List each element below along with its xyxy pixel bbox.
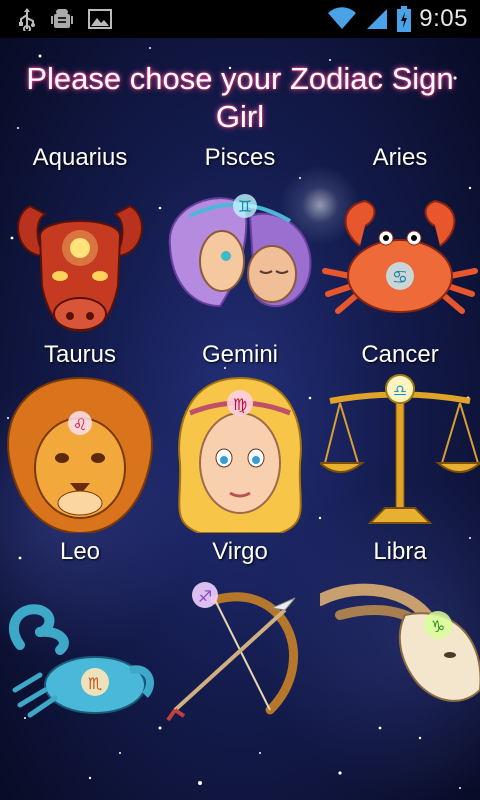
capricorn-goat-icon: ♑ xyxy=(320,583,480,702)
zodiac-item-libra[interactable]: Libra ♑ xyxy=(320,534,480,731)
zodiac-label: Virgo xyxy=(212,538,268,565)
sagittarius-bow-icon: ♐ xyxy=(166,582,298,722)
android-debug-icon xyxy=(51,9,73,28)
svg-text:♋: ♋ xyxy=(392,267,408,288)
notification-icons xyxy=(0,7,112,31)
zodiac-label: Aries xyxy=(372,144,428,171)
page-title: Please chose your Zodiac Sign Girl xyxy=(26,61,454,134)
libra-scales-icon: ♎ xyxy=(320,374,480,524)
zodiac-item-gemini[interactable]: Gemini ♍ xyxy=(160,337,320,534)
svg-text:♐: ♐ xyxy=(198,587,212,606)
zodiac-item-pisces[interactable]: Pisces ♊ xyxy=(160,140,320,337)
zodiac-item-aries[interactable]: Aries ♋ xyxy=(320,140,480,337)
svg-text:♏: ♏ xyxy=(88,674,102,693)
taurus-bull-icon xyxy=(17,204,143,333)
zodiac-item-cancer[interactable]: Cancer ♎ xyxy=(320,337,480,534)
zodiac-label: Leo xyxy=(59,538,101,565)
signal-icon xyxy=(367,9,388,29)
zodiac-item-taurus[interactable]: Taurus ♌ xyxy=(0,337,160,534)
gemini-twins-icon: ♊ xyxy=(168,194,312,308)
svg-text:♑: ♑ xyxy=(431,617,445,636)
zodiac-label: Cancer xyxy=(361,341,439,368)
virgo-girl-icon: ♍ xyxy=(178,376,302,533)
svg-text:♊: ♊ xyxy=(238,197,252,216)
leo-lion-icon: ♌ xyxy=(7,376,153,533)
cancer-crab-icon: ♋ xyxy=(322,199,478,314)
zodiac-label: Gemini xyxy=(201,341,279,368)
image-icon xyxy=(88,9,112,29)
usb-icon xyxy=(19,8,35,31)
zodiac-label: Pisces xyxy=(204,144,276,171)
svg-text:♌: ♌ xyxy=(73,415,87,434)
clock: 9:05 xyxy=(419,5,468,32)
zodiac-item-virgo[interactable]: Virgo ♐ xyxy=(160,534,320,731)
svg-text:♎: ♎ xyxy=(393,381,407,400)
scorpio-scorpion-icon: ♏ xyxy=(9,604,154,718)
wifi-icon xyxy=(328,7,357,29)
status-bar: 9:05 xyxy=(0,0,480,38)
zodiac-item-leo[interactable]: Leo ♏ xyxy=(0,534,160,731)
zodiac-label: Aquarius xyxy=(32,144,128,171)
zodiac-label: Libra xyxy=(373,538,427,565)
battery-icon xyxy=(397,6,412,32)
zodiac-item-aquarius[interactable]: Aquarius xyxy=(0,140,160,337)
zodiac-label: Taurus xyxy=(43,341,117,368)
svg-text:♍: ♍ xyxy=(233,395,247,414)
